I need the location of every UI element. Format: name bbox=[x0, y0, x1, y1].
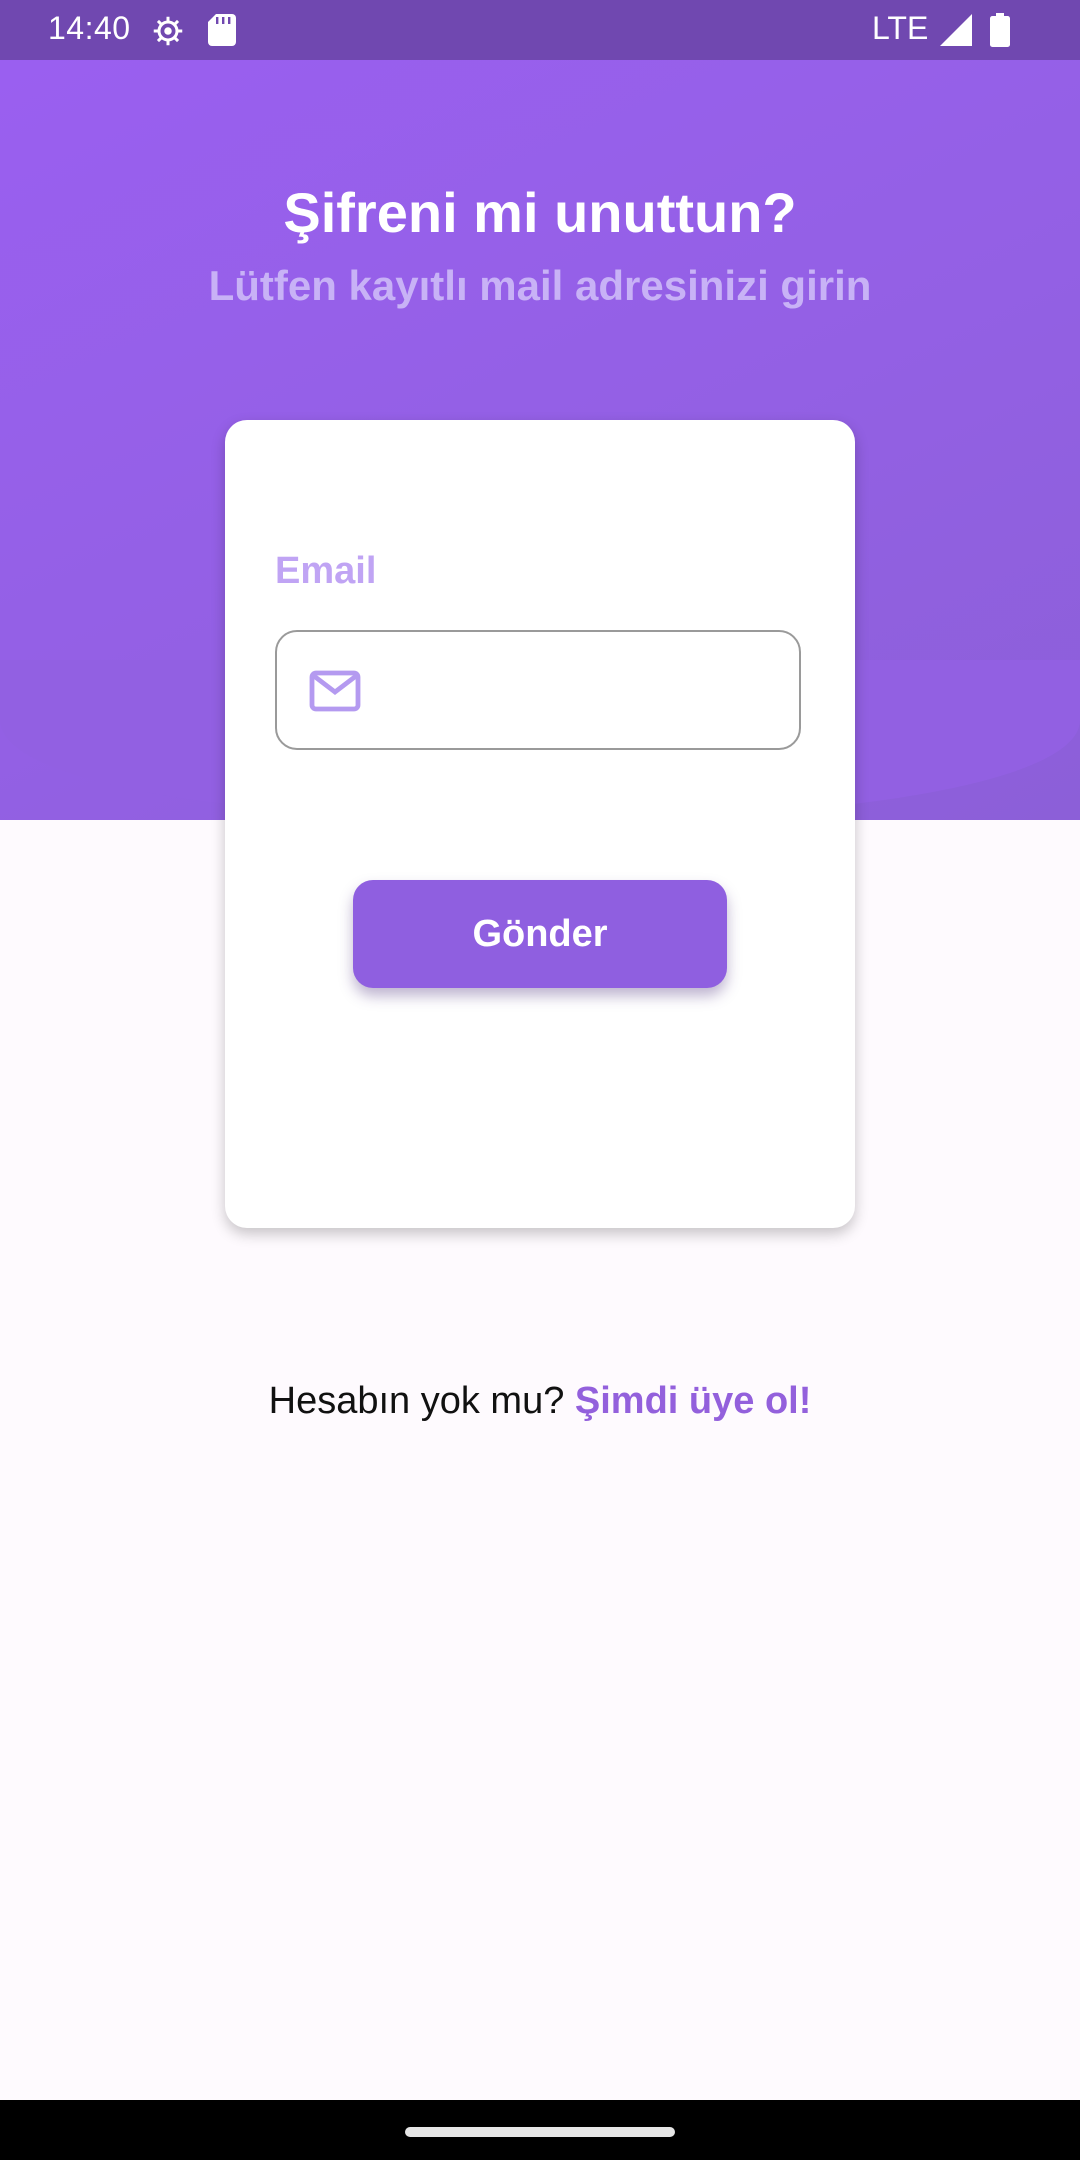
send-button[interactable]: Gönder bbox=[353, 880, 727, 988]
email-label: Email bbox=[275, 550, 377, 592]
network-type: LTE bbox=[872, 10, 929, 46]
email-input[interactable] bbox=[387, 650, 781, 732]
signal-icon bbox=[940, 14, 972, 46]
page-title: Şifreni mi unuttun? bbox=[283, 181, 797, 244]
status-time: 14:40 bbox=[48, 10, 131, 46]
email-field[interactable] bbox=[275, 630, 801, 750]
battery-icon bbox=[990, 13, 1010, 47]
signup-link[interactable]: Şimdi üye ol! bbox=[575, 1380, 811, 1422]
sd-card-icon bbox=[208, 14, 236, 46]
reset-form-card: Email Gönder bbox=[225, 420, 855, 1228]
status-bar: 14:40 LTE bbox=[0, 0, 1080, 60]
mail-icon bbox=[309, 670, 361, 712]
page-subtitle: Lütfen kayıtlı mail adresinizi girin bbox=[208, 262, 872, 309]
signup-question: Hesabın yok mu? bbox=[268, 1380, 575, 1422]
signup-prompt: Hesabın yok mu? Şimdi üye ol! bbox=[0, 1380, 1080, 1423]
home-indicator[interactable] bbox=[405, 2127, 675, 2137]
settings-gear-icon bbox=[153, 16, 183, 46]
